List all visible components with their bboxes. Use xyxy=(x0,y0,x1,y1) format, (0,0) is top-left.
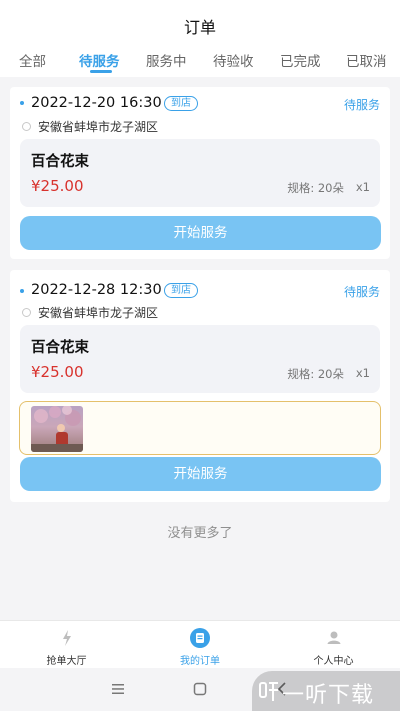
tab-pending-service[interactable]: 待服务 xyxy=(79,50,120,70)
tabbar-item-my-orders[interactable]: 我的订单 xyxy=(133,621,267,669)
photo-image xyxy=(31,406,83,452)
service-type-badge: 到店 xyxy=(164,283,198,298)
product-name: 百合花束 xyxy=(31,154,89,170)
tab-completed[interactable]: 已完成 xyxy=(280,50,321,70)
order-icon xyxy=(190,628,210,648)
order-card[interactable]: 2022-12-28 12:30 到店 待服务 安徽省蚌埠市龙子湖区 百合花束 … xyxy=(10,270,390,502)
bullet-dot xyxy=(20,289,24,293)
order-card[interactable]: 2022-12-20 16:30 到店 待服务 安徽省蚌埠市龙子湖区 百合花束 … xyxy=(10,87,390,259)
list-end-text: 没有更多了 xyxy=(167,526,233,541)
order-status: 待服务 xyxy=(343,285,380,299)
tab-cancelled[interactable]: 已取消 xyxy=(346,50,387,70)
product-info[interactable]: 百合花束 ¥25.00 规格: 20朵 x1 xyxy=(20,139,380,207)
product-quantity: x1 xyxy=(355,180,370,194)
tab-pending-acceptance[interactable]: 待验收 xyxy=(213,50,254,70)
order-datetime: 2022-12-28 12:30 xyxy=(31,282,162,298)
order-address: 安徽省蚌埠市龙子湖区 xyxy=(38,306,159,320)
start-service-button[interactable]: 开始服务 xyxy=(20,457,381,491)
lightning-icon xyxy=(62,630,71,646)
home-icon[interactable] xyxy=(193,682,207,696)
watermark: 一听下载 xyxy=(252,671,400,711)
active-tab-indicator xyxy=(90,70,112,73)
menu-icon[interactable] xyxy=(111,683,125,695)
page-title: 订单 xyxy=(183,18,216,37)
service-photo-area[interactable] xyxy=(19,401,381,455)
location-icon xyxy=(22,308,31,317)
bottom-tab-bar: 抢单大厅 我的订单 个人中心 xyxy=(0,620,400,668)
page-header: 订单 全部 待服务 服务中 待验收 已完成 已取消 xyxy=(0,0,400,77)
tabbar-item-profile[interactable]: 个人中心 xyxy=(267,621,400,669)
tabbar-label: 我的订单 xyxy=(180,656,220,667)
product-name: 百合花束 xyxy=(31,340,89,356)
tab-all[interactable]: 全部 xyxy=(19,50,46,70)
system-nav-bar: 一听下载 xyxy=(0,668,400,711)
location-icon xyxy=(22,122,31,131)
product-quantity: x1 xyxy=(355,366,370,380)
service-type-badge: 到店 xyxy=(164,96,198,111)
tabbar-item-order-hall[interactable]: 抢单大厅 xyxy=(0,621,133,669)
product-spec: 规格: 20朵 xyxy=(287,367,344,381)
person-icon xyxy=(327,631,340,644)
order-status: 待服务 xyxy=(343,98,380,112)
tabbar-label: 个人中心 xyxy=(313,656,354,667)
product-price: ¥25.00 xyxy=(31,363,84,381)
order-datetime: 2022-12-20 16:30 xyxy=(31,95,162,111)
bullet-dot xyxy=(20,101,24,105)
watermark-text: 一听下载 xyxy=(282,683,375,708)
product-spec: 规格: 20朵 xyxy=(287,181,344,195)
service-photo-thumbnail[interactable] xyxy=(31,406,83,452)
product-info[interactable]: 百合花束 ¥25.00 规格: 20朵 x1 xyxy=(20,325,380,393)
tabbar-label: 抢单大厅 xyxy=(46,656,87,667)
status-tabs: 全部 待服务 服务中 待验收 已完成 已取消 xyxy=(0,50,400,76)
start-service-button[interactable]: 开始服务 xyxy=(20,216,381,250)
watermark-logo-icon xyxy=(259,682,278,701)
tab-in-service[interactable]: 服务中 xyxy=(146,50,187,70)
order-address: 安徽省蚌埠市龙子湖区 xyxy=(38,120,159,134)
product-price: ¥25.00 xyxy=(31,177,84,195)
